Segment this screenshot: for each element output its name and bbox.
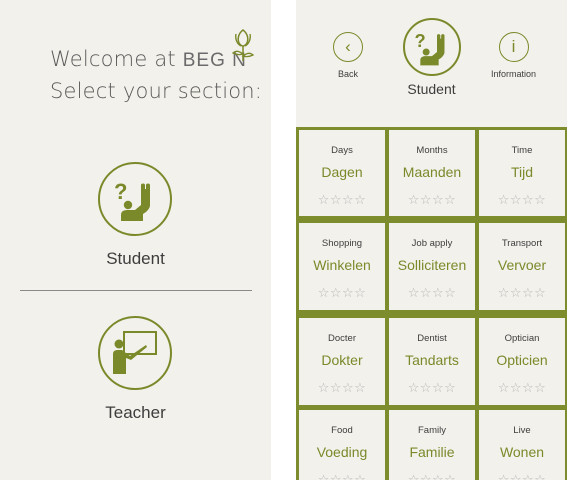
category-english-label: Live <box>513 425 531 436</box>
star-rating: ☆☆☆☆ <box>479 473 565 480</box>
divider <box>20 290 252 291</box>
star-rating: ☆☆☆☆ <box>407 381 457 396</box>
information-button[interactable]: i Information <box>491 32 536 79</box>
category-card-optician[interactable]: Optician Opticien ☆☆☆☆ <box>479 318 565 405</box>
category-card-days[interactable]: Days Dagen ☆☆☆☆ <box>299 130 385 216</box>
star-rating: ☆☆☆☆ <box>497 381 547 396</box>
chevron-left-icon: ‹ <box>333 32 363 62</box>
teacher-button[interactable] <box>98 316 172 390</box>
category-english-label: Docter <box>328 333 356 344</box>
category-card-shopping[interactable]: Shopping Winkelen ☆☆☆☆ <box>299 223 385 310</box>
category-english-label: Food <box>331 425 353 436</box>
page-title: Student <box>407 81 456 97</box>
category-dutch-label: Winkelen <box>313 257 371 273</box>
student-icon: ? <box>415 30 445 66</box>
category-dutch-label: Wonen <box>499 444 545 460</box>
category-card-months[interactable]: Months Maanden ☆☆☆☆ <box>389 130 475 216</box>
svg-text:?: ? <box>114 179 127 204</box>
category-english-label: Months <box>416 145 448 156</box>
category-dutch-label: Tandarts <box>405 352 459 368</box>
star-rating: ☆☆☆☆ <box>497 286 547 301</box>
section-select-screen: Welcome at BEG N Select your section: ? … <box>0 0 271 480</box>
star-rating: ☆☆☆☆ <box>407 286 457 301</box>
category-dutch-label: Vervoer <box>497 257 547 273</box>
category-english-label: Shopping <box>321 238 363 249</box>
select-section-prompt: Select your section: <box>50 79 263 103</box>
category-english-label: Dentist <box>417 333 447 344</box>
star-rating: ☆☆☆☆ <box>407 193 457 208</box>
category-dutch-label: Tijd <box>510 164 534 180</box>
info-icon: i <box>498 32 529 62</box>
category-grid: Days Dagen ☆☆☆☆ Months Maanden ☆☆☆☆ Time… <box>296 127 567 480</box>
student-badge: ? <box>403 18 461 76</box>
category-card-dentist[interactable]: Dentist Tandarts ☆☆☆☆ <box>389 318 475 405</box>
category-dutch-label: Maanden <box>402 164 462 180</box>
student-label: Student <box>106 249 165 268</box>
welcome-heading: Welcome at <box>50 47 176 71</box>
category-card-transport[interactable]: Transport Vervoer ☆☆☆☆ <box>479 223 565 310</box>
student-icon: ? <box>114 179 150 221</box>
star-rating: ☆☆☆☆ <box>317 381 367 396</box>
category-card-time[interactable]: Time Tijd ☆☆☆☆ <box>479 130 565 216</box>
back-label: Back <box>337 69 358 79</box>
category-card-live[interactable]: Live Wonen ☆☆☆☆ <box>479 410 565 480</box>
category-dutch-label: Familie <box>409 444 455 460</box>
information-label: Information <box>491 69 537 79</box>
student-screen: ‹ Back ? Student i Information Days Dage… <box>296 0 567 480</box>
category-card-food[interactable]: Food Voeding ☆☆☆☆ <box>299 410 385 480</box>
category-dutch-label: Voeding <box>316 444 368 460</box>
tulip-logo-icon <box>231 29 254 61</box>
category-dutch-label: Solliciteren <box>397 257 467 273</box>
category-dutch-label: Dagen <box>321 164 363 180</box>
star-rating: ☆☆☆☆ <box>389 473 475 480</box>
star-rating: ☆☆☆☆ <box>317 193 367 208</box>
teacher-icon <box>113 331 157 374</box>
category-english-label: Family <box>418 425 446 436</box>
teacher-label: Teacher <box>105 403 166 422</box>
category-dutch-label: Opticien <box>496 352 548 368</box>
category-card-job-apply[interactable]: Job apply Solliciteren ☆☆☆☆ <box>389 223 475 310</box>
category-card-family[interactable]: Family Familie ☆☆☆☆ <box>389 410 475 480</box>
category-english-label: Days <box>331 145 353 156</box>
brand-logo: BEG N <box>183 29 254 71</box>
category-english-label: Optician <box>504 333 540 344</box>
star-rating: ☆☆☆☆ <box>317 286 367 301</box>
category-english-label: Time <box>511 145 533 156</box>
category-card-docter[interactable]: Docter Dokter ☆☆☆☆ <box>299 318 385 405</box>
category-english-label: Transport <box>501 238 543 249</box>
star-rating: ☆☆☆☆ <box>497 193 547 208</box>
back-button[interactable]: ‹ Back <box>333 32 363 79</box>
star-rating: ☆☆☆☆ <box>299 473 385 480</box>
category-english-label: Job apply <box>411 238 453 249</box>
category-dutch-label: Dokter <box>321 352 363 368</box>
student-button[interactable]: ? <box>98 162 172 236</box>
welcome-text: Welcome at BEG N Select your section: <box>50 29 263 107</box>
svg-text:?: ? <box>415 30 426 51</box>
